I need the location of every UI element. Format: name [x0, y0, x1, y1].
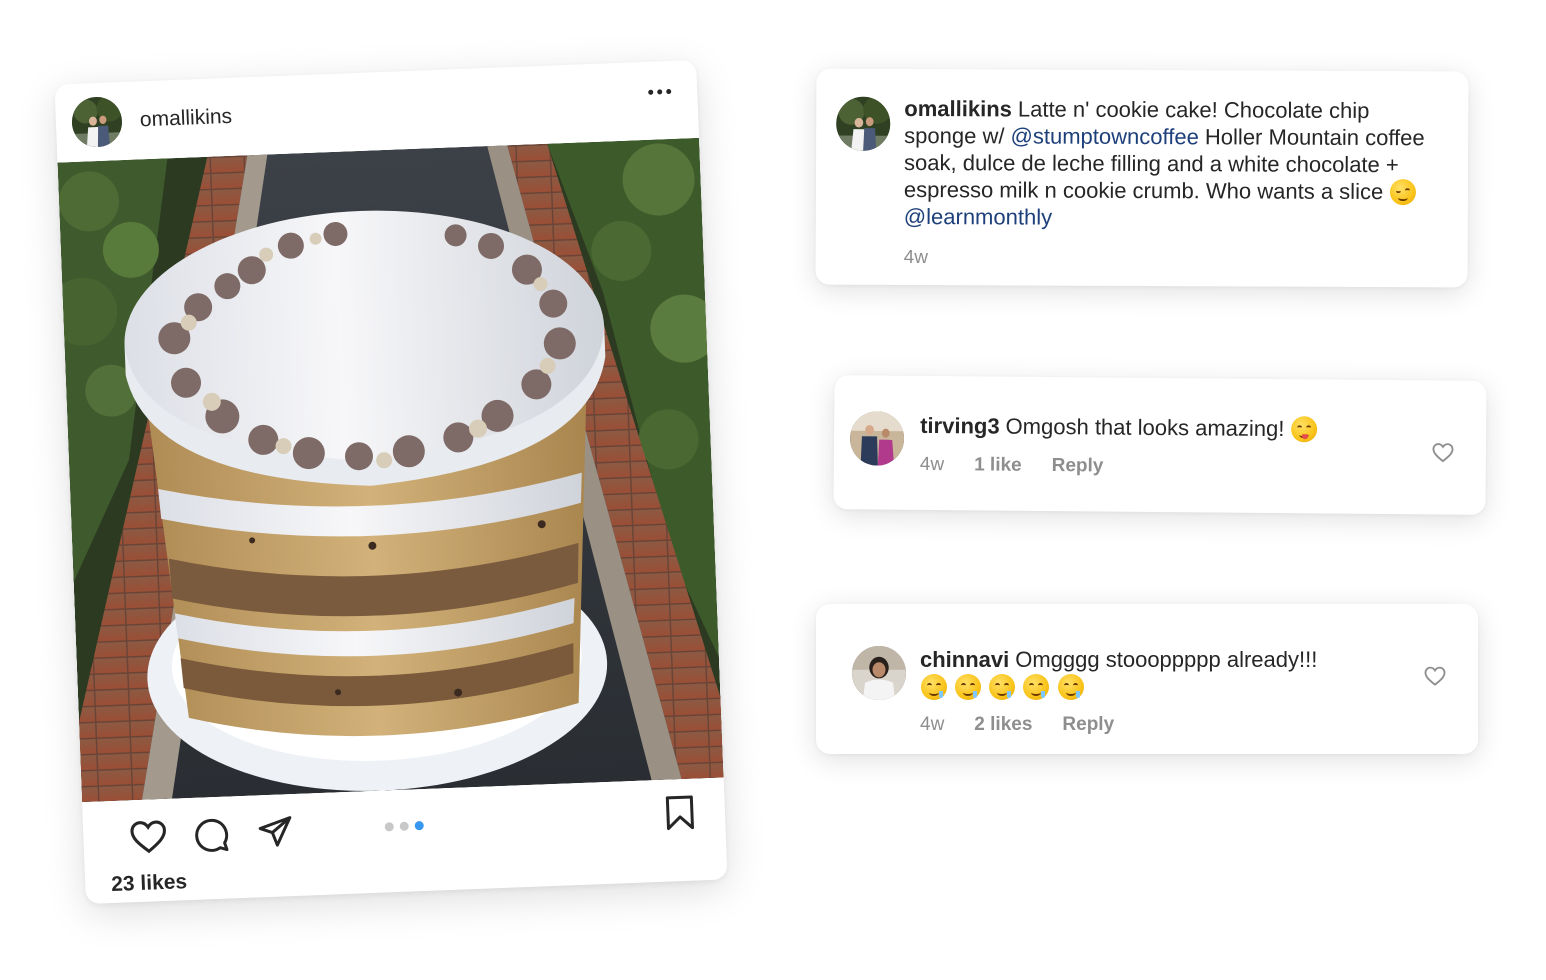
comment-username[interactable]: chinnavi — [920, 647, 1009, 672]
heart-icon[interactable] — [1432, 442, 1454, 463]
drooling-face-emoji — [989, 674, 1016, 700]
carousel-dot-active — [414, 821, 424, 831]
avatar-photo — [852, 646, 906, 700]
comment-meta: 4w 1 like Reply — [920, 454, 1104, 478]
heart-icon[interactable] — [1424, 666, 1446, 686]
caption-card: omallikins Latte n' cookie cake! Chocolat… — [815, 68, 1469, 288]
avatar-photo — [849, 411, 905, 466]
comment-like-count[interactable]: 1 like — [974, 454, 1022, 476]
instagram-post-card: omallikins 23 likes — [54, 59, 728, 905]
face-savoring-food-emoji — [1291, 416, 1318, 443]
drooling-face-emoji — [921, 674, 947, 700]
reply-button[interactable]: Reply — [1062, 714, 1114, 736]
carousel-dot — [399, 821, 409, 831]
paper-plane-icon[interactable] — [257, 814, 294, 849]
caption-author-avatar[interactable] — [836, 96, 891, 151]
comment-meta: 4w 2 likes Reply — [920, 714, 1114, 736]
carousel-indicator — [384, 821, 424, 832]
post-photo-cake — [57, 137, 724, 803]
bookmark-icon[interactable] — [664, 795, 695, 832]
post-like-count[interactable]: 23 likes — [111, 870, 188, 897]
avatar-photo — [836, 96, 891, 151]
carousel-dot — [384, 822, 394, 832]
avatar-photo — [71, 96, 123, 148]
more-options-icon[interactable] — [648, 88, 672, 95]
heart-icon[interactable] — [129, 819, 168, 854]
mention-link[interactable]: @learnmonthly — [904, 204, 1052, 230]
comment-icon[interactable] — [193, 816, 230, 853]
post-username[interactable]: omallikins — [139, 105, 232, 133]
comment-time: 4w — [920, 714, 945, 735]
comment-text: chinnavi Omgggg stoooppppp already!!! — [920, 646, 1390, 700]
caption-time: 4w — [903, 246, 928, 269]
caption-username[interactable]: omallikins — [904, 96, 1012, 121]
comment-time: 4w — [919, 453, 945, 476]
reply-button[interactable]: Reply — [1052, 455, 1104, 477]
caption-text: omallikins Latte n' cookie cake! Chocolat… — [904, 95, 1445, 232]
comment-card: tirving3 Omgosh that looks amazing! 4w 1 … — [833, 375, 1487, 515]
drooling-face-emoji — [955, 674, 982, 700]
commenter-avatar[interactable] — [849, 411, 905, 466]
comment-username[interactable]: tirving3 — [920, 413, 1000, 439]
drooling-face-emoji — [1023, 674, 1050, 700]
comment-like-count[interactable]: 2 likes — [974, 714, 1032, 736]
mention-link[interactable]: @stumptowncoffee — [1011, 123, 1199, 149]
comment-card: chinnavi Omgggg stoooppppp already!!! 4w … — [816, 604, 1478, 754]
comment-message: Omgggg stoooppppp already!!! — [1015, 647, 1318, 672]
commenter-avatar[interactable] — [852, 646, 906, 700]
comment-message: Omgosh that looks amazing! — [1005, 413, 1291, 442]
comment-text: tirving3 Omgosh that looks amazing! — [920, 412, 1400, 443]
drooling-face-emoji — [1057, 674, 1084, 700]
caption-meta: 4w — [904, 247, 928, 269]
post-author-avatar[interactable] — [71, 96, 123, 148]
winking-face-emoji — [1390, 179, 1417, 206]
